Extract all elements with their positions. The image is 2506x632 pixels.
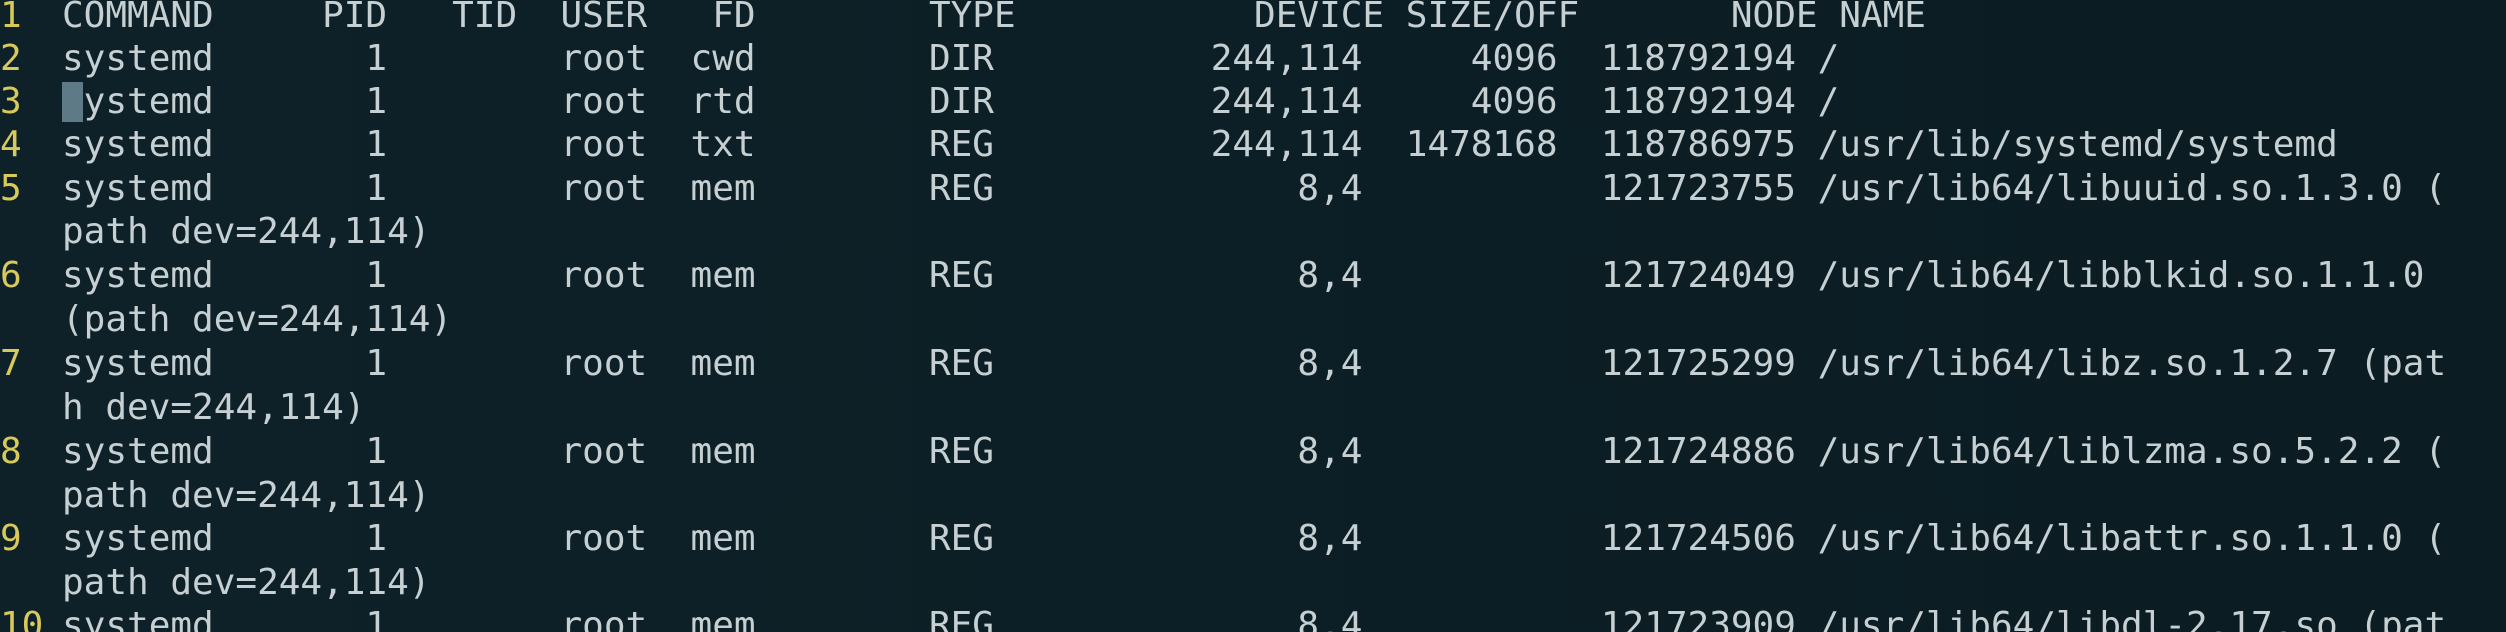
line-number: 1 xyxy=(0,0,22,36)
line-text: path dev=244,114) xyxy=(62,211,431,252)
text-cursor xyxy=(62,82,83,122)
terminal-line: 2 systemd 1 root cwd DIR 244,114 4096 118… xyxy=(0,37,2506,81)
line-number: 5 xyxy=(0,168,22,209)
line-number: 10 xyxy=(0,605,44,632)
line-number: 2 xyxy=(0,38,22,79)
line-text: COMMAND PID TID USER FD TYPE DEVICE SIZE… xyxy=(62,0,1926,36)
terminal-line-wrapped: (path dev=244,114) xyxy=(0,298,2506,342)
line-number: 9 xyxy=(0,518,22,559)
line-text: systemd 1 root mem REG 8,4 121723755 /us… xyxy=(62,168,2447,209)
line-number: 4 xyxy=(0,124,22,165)
line-text: systemd 1 root mem REG 8,4 121724506 /us… xyxy=(62,518,2447,559)
line-text: systemd 1 root mem REG 8,4 121723909 /us… xyxy=(62,605,2447,632)
line-text: h dev=244,114) xyxy=(62,387,366,428)
terminal-line-wrapped: path dev=244,114) xyxy=(0,474,2506,518)
terminal-line-wrapped: h dev=244,114) xyxy=(0,386,2506,430)
line-text: path dev=244,114) xyxy=(62,475,431,516)
line-text: path dev=244,114) xyxy=(62,562,431,603)
line-number: 7 xyxy=(0,343,22,384)
line-number: 3 xyxy=(0,81,22,122)
line-number: 6 xyxy=(0,255,22,296)
terminal-line-wrapped: path dev=244,114) xyxy=(0,210,2506,254)
terminal-line: 8 systemd 1 root mem REG 8,4 121724886 /u… xyxy=(0,430,2506,474)
terminal-line: 9 systemd 1 root mem REG 8,4 121724506 /u… xyxy=(0,517,2506,561)
terminal-line: 5 systemd 1 root mem REG 8,4 121723755 /u… xyxy=(0,167,2506,211)
line-number: 8 xyxy=(0,431,22,472)
line-text: systemd 1 root rtd DIR 244,114 4096 1187… xyxy=(62,81,1840,122)
line-text: systemd 1 root mem REG 8,4 121725299 /us… xyxy=(62,343,2447,384)
line-text: systemd 1 root mem REG 8,4 121724886 /us… xyxy=(62,431,2447,472)
terminal-line-wrapped: path dev=244,114) xyxy=(0,561,2506,605)
line-text: systemd 1 root cwd DIR 244,114 4096 1187… xyxy=(62,38,1840,79)
terminal-line: 6 systemd 1 root mem REG 8,4 121724049 /u… xyxy=(0,254,2506,298)
terminal-line: 3 systemd 1 root rtd DIR 244,114 4096 118… xyxy=(0,80,2506,124)
terminal-line: 10 systemd 1 root mem REG 8,4 121723909 /… xyxy=(0,604,2506,632)
terminal-window[interactable]: 1 COMMAND PID TID USER FD TYPE DEVICE SIZ… xyxy=(0,0,2506,632)
line-text: systemd 1 root mem REG 8,4 121724049 /us… xyxy=(62,255,2425,296)
line-text: (path dev=244,114) xyxy=(62,299,453,340)
line-text: systemd 1 root txt REG 244,114 1478168 1… xyxy=(62,124,2338,165)
terminal-line: 1 COMMAND PID TID USER FD TYPE DEVICE SIZ… xyxy=(0,0,2506,38)
terminal-line: 7 systemd 1 root mem REG 8,4 121725299 /u… xyxy=(0,342,2506,386)
terminal-line: 4 systemd 1 root txt REG 244,114 1478168 … xyxy=(0,123,2506,167)
